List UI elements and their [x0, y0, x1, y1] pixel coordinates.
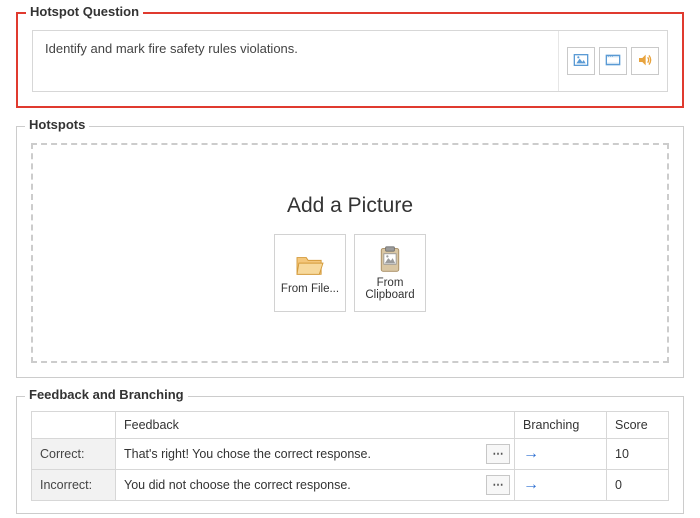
feedback-table: Feedback Branching Score Correct: That's… [31, 411, 669, 501]
hotspot-question-title: Hotspot Question [26, 4, 143, 19]
score-cell-incorrect[interactable]: 0 [607, 470, 669, 501]
from-clipboard-button[interactable]: From Clipboard [354, 234, 426, 312]
feedback-cell-incorrect[interactable]: You did not choose the correct response.… [116, 470, 515, 501]
feedback-cell-correct[interactable]: That's right! You chose the correct resp… [116, 439, 515, 470]
branching-cell-incorrect[interactable]: → [515, 470, 607, 501]
folder-icon [294, 251, 326, 279]
media-buttons [558, 31, 667, 91]
col-feedback: Feedback [116, 412, 515, 439]
edit-feedback-button[interactable]: ⋯ [486, 475, 510, 495]
arrow-right-icon: → [523, 445, 539, 462]
insert-audio-button[interactable] [631, 47, 659, 75]
col-branching: Branching [515, 412, 607, 439]
from-file-button[interactable]: From File... [274, 234, 346, 312]
col-blank [32, 412, 116, 439]
row-label-incorrect: Incorrect: [32, 470, 116, 501]
image-icon [573, 52, 589, 71]
feedback-text-incorrect: You did not choose the correct response. [124, 478, 351, 492]
add-picture-heading: Add a Picture [287, 194, 413, 218]
question-row: Identify and mark fire safety rules viol… [32, 30, 668, 92]
col-score: Score [607, 412, 669, 439]
table-row: Incorrect: You did not choose the correc… [32, 470, 669, 501]
feedback-text-correct: That's right! You chose the correct resp… [124, 447, 371, 461]
clipboard-icon [374, 245, 406, 273]
hotspot-question-panel: Hotspot Question Identify and mark fire … [16, 12, 684, 108]
hotspots-title: Hotspots [25, 117, 89, 132]
branching-cell-correct[interactable]: → [515, 439, 607, 470]
add-picture-dropzone[interactable]: Add a Picture From File... From Clipboar… [31, 143, 669, 363]
feedback-branching-panel: Feedback and Branching Feedback Branchin… [16, 396, 684, 514]
insert-video-button[interactable] [599, 47, 627, 75]
edit-feedback-button[interactable]: ⋯ [486, 444, 510, 464]
audio-icon [637, 52, 653, 71]
insert-image-button[interactable] [567, 47, 595, 75]
feedback-branching-title: Feedback and Branching [25, 387, 188, 402]
question-text-input[interactable]: Identify and mark fire safety rules viol… [33, 31, 558, 91]
row-label-correct: Correct: [32, 439, 116, 470]
from-clipboard-label: From Clipboard [357, 277, 423, 301]
video-icon [605, 52, 621, 71]
table-row: Correct: That's right! You chose the cor… [32, 439, 669, 470]
score-cell-correct[interactable]: 10 [607, 439, 669, 470]
hotspots-panel: Hotspots Add a Picture From File... From… [16, 126, 684, 378]
arrow-right-icon: → [523, 476, 539, 493]
from-file-label: From File... [281, 283, 339, 295]
picture-source-buttons: From File... From Clipboard [274, 234, 426, 312]
